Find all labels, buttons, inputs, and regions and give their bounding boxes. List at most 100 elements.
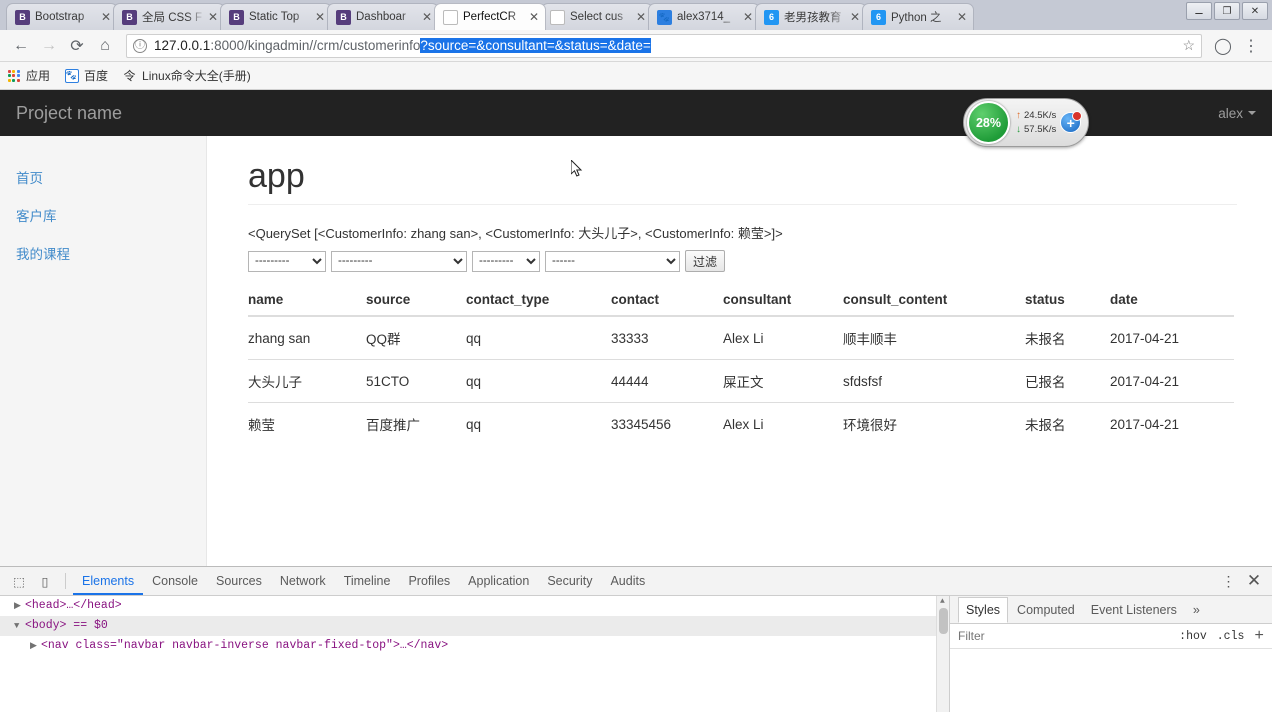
devtools-actions: ⋮ ✕ [1218,571,1266,591]
tab-styles[interactable]: Styles [958,597,1009,623]
tab-network[interactable]: Network [271,568,335,595]
page-title: app [248,157,1237,206]
styles-filter-input[interactable] [958,629,1078,643]
browser-tab[interactable]: B Bootstrap ✕ [6,3,118,30]
browser-tab-active[interactable]: ▤ PerfectCR ✕ [434,3,546,30]
more-tabs-icon[interactable]: » [1186,598,1207,622]
collapse-triangle-icon[interactable]: ▼ [14,619,25,634]
expand-triangle-icon[interactable]: ▶ [30,639,41,654]
network-speed-widget[interactable]: 28% ↑ 24.5K/s ↓ 57.5K/s + [963,98,1089,147]
sidebar-item-home[interactable]: 首页 [0,158,206,196]
column-header-contact[interactable]: contact [611,284,723,318]
tab-title: PerfectCR [463,11,517,23]
cls-toggle[interactable]: .cls [1217,630,1245,643]
column-header-source[interactable]: source [366,284,466,318]
close-icon[interactable]: ✕ [848,11,862,23]
dom-tree[interactable]: ▶ <head>…</head> ▼ <body> == $0 ▶ <nav clas… [0,596,950,712]
close-icon[interactable]: ✕ [955,11,969,23]
browser-tab[interactable]: 🐾 alex3714_ ✕ [648,3,760,30]
cell-consult-content: 环境很好 [843,402,1025,446]
filter-select-status[interactable]: --------- [472,250,540,272]
profile-icon[interactable]: ◯ [1210,33,1236,59]
browser-tab[interactable]: B Static Top ✕ [220,3,332,30]
tab-event-listeners[interactable]: Event Listeners [1084,598,1184,622]
close-icon[interactable]: ✕ [313,11,327,23]
back-button[interactable]: ← [8,33,34,59]
browser-tab[interactable]: B Dashboar ✕ [327,3,439,30]
tab-application[interactable]: Application [459,568,538,595]
column-header-consult-content[interactable]: consult_content [843,284,1025,318]
bookmark-linux-manual[interactable]: 令 Linux命令大全(手册) [122,67,251,84]
filter-button[interactable]: 过滤 [685,250,726,273]
filter-select-date[interactable]: ------ [545,250,680,272]
column-header-date[interactable]: date [1110,284,1234,318]
dom-node-head[interactable]: ▶ <head>…</head> [0,596,949,616]
add-widget-button[interactable]: + [1060,111,1083,133]
cell-status: 已报名 [1025,359,1110,403]
dom-node-body[interactable]: ▼ <body> == $0 [0,616,949,636]
browser-tab[interactable]: 6 老男孩教育 ✕ [755,3,867,30]
divider [65,573,66,589]
column-header-consultant[interactable]: consultant [723,284,843,318]
close-icon[interactable]: ✕ [634,11,648,23]
browser-tab[interactable]: 6 Python 之 ✕ [862,3,974,30]
tab-security[interactable]: Security [538,568,601,595]
tab-profiles[interactable]: Profiles [399,568,459,595]
bookmark-apps[interactable]: 应用 [6,67,50,84]
devtools-menu-icon[interactable]: ⋮ [1218,573,1240,590]
sidebar-item-courses[interactable]: 我的课程 [0,234,206,272]
scroll-up-arrow-icon[interactable]: ▲ [940,597,945,606]
devtools-close-icon[interactable]: ✕ [1242,571,1266,591]
bookmark-baidu[interactable]: 🐾 百度 [64,67,108,84]
maximize-button[interactable]: ❐ [1214,2,1240,20]
column-header-contact-type[interactable]: contact_type [466,284,611,318]
tab-sources[interactable]: Sources [207,568,271,595]
browser-tab[interactable]: B 全局 CSS F ✕ [113,3,225,30]
table-row[interactable]: 大头儿子 51CTO qq 44444 屎正文 sfdsfsf 已报名 2017… [248,359,1234,403]
expand-triangle-icon[interactable]: ▶ [14,599,25,614]
column-header-name[interactable]: name [248,284,366,318]
network-rates: ↑ 24.5K/s ↓ 57.5K/s [1016,109,1056,137]
cell-consultant: Alex Li [723,402,843,446]
brand-title[interactable]: Project name [16,103,122,124]
scrollbar-thumb[interactable] [939,608,948,634]
close-icon[interactable]: ✕ [527,11,541,23]
reload-button[interactable]: ⟳ [64,33,90,59]
home-button[interactable]: ⌂ [92,33,118,59]
tab-console[interactable]: Console [143,568,207,595]
user-menu[interactable]: alex [1218,106,1256,121]
column-header-status[interactable]: status [1025,284,1110,318]
tab-audits[interactable]: Audits [601,568,654,595]
filter-select-consultant[interactable]: --------- [331,250,467,272]
browser-tab[interactable]: ▤ Select cus ✕ [541,3,653,30]
dom-scrollbar[interactable]: ▲ ▼ [936,596,949,712]
dom-node-text: <nav class="navbar navbar-inverse navbar… [41,639,449,652]
table-row[interactable]: 赖莹 百度推广 qq 33345456 Alex Li 环境很好 未报名 201… [248,402,1234,446]
close-icon[interactable]: ✕ [741,11,755,23]
tab-title: Bootstrap [35,11,85,23]
hov-toggle[interactable]: :hov [1179,630,1207,643]
device-toolbar-icon[interactable]: ▯ [32,569,58,593]
cell-date: 2017-04-21 [1110,359,1234,403]
dom-node-nav[interactable]: ▶ <nav class="navbar navbar-inverse navba… [0,636,949,656]
forward-button[interactable]: → [36,33,62,59]
address-bar[interactable]: ⓘ 127.0.0.1:8000/kingadmin//crm/customer… [126,33,1202,58]
download-rate: 57.5K/s [1024,123,1057,135]
minimize-button[interactable]: ⚊ [1186,2,1212,20]
site-info-icon[interactable]: ⓘ [133,38,147,53]
close-icon[interactable]: ✕ [99,11,113,23]
tab-computed[interactable]: Computed [1010,598,1082,622]
new-style-rule-icon[interactable]: + [1254,627,1264,645]
close-icon[interactable]: ✕ [206,11,220,23]
bookmark-star-icon[interactable]: ☆ [1176,37,1195,54]
inspect-element-icon[interactable]: ⬚ [6,569,32,593]
window-close-button[interactable]: ✕ [1242,2,1268,20]
close-icon[interactable]: ✕ [420,11,434,23]
tab-elements[interactable]: Elements [73,568,144,595]
tab-timeline[interactable]: Timeline [335,568,400,595]
chrome-menu-icon[interactable]: ⋮ [1238,33,1264,59]
filter-select-source[interactable]: --------- [248,250,326,272]
cell-source: QQ群 [366,332,401,348]
table-row[interactable]: zhang san QQ群 qq 33333 Alex Li 顺丰顺丰 未报名 … [248,316,1234,360]
sidebar-item-customers[interactable]: 客户库 [0,196,206,234]
